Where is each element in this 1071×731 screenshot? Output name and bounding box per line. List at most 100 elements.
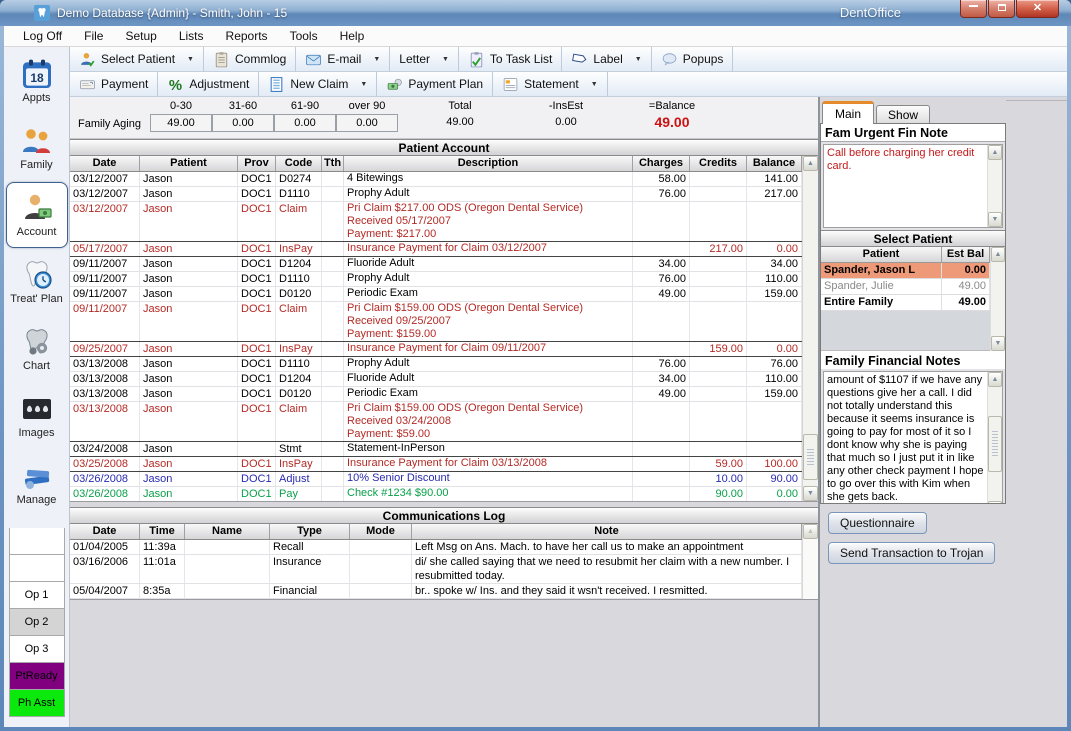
dropdown-arrow-icon[interactable]: ▼ xyxy=(635,56,642,63)
toolbar-button[interactable]: Statement ▼ xyxy=(493,72,608,96)
account-row[interactable]: 03/13/2008 Jason DOC1 D1110 Prophy Adult… xyxy=(70,357,802,372)
toolbar-button[interactable]: Select Patient ▼ xyxy=(70,47,204,71)
dropdown-arrow-icon[interactable]: ▼ xyxy=(591,81,598,88)
scroll-up-icon[interactable]: ▲ xyxy=(988,372,1002,387)
account-row[interactable]: 09/11/2007 Jason DOC1 Claim Pri Claim $1… xyxy=(70,302,802,342)
financial-notes-box[interactable]: amount of $1107 if we have any questions… xyxy=(823,371,1003,504)
menu-item[interactable]: Reports xyxy=(215,27,279,45)
cell-credits xyxy=(690,187,747,201)
panel-button[interactable]: Questionnaire xyxy=(828,512,927,534)
operatory-button[interactable]: Op 2 xyxy=(9,609,65,636)
account-row[interactable]: 03/26/2008 Jason DOC1 Pay Check #1234 $9… xyxy=(70,487,802,501)
account-row[interactable]: 03/13/2008 Jason DOC1 D0120 Periodic Exa… xyxy=(70,387,802,402)
cell-time: 8:35a xyxy=(140,584,185,598)
account-row[interactable]: 09/11/2007 Jason DOC1 D0120 Periodic Exa… xyxy=(70,287,802,302)
select-patient-row[interactable]: Spander, Julie 49.00 xyxy=(821,279,990,295)
sidebar-module[interactable]: Family xyxy=(6,115,68,181)
minimize-button[interactable] xyxy=(960,0,987,18)
dropdown-arrow-icon[interactable]: ▼ xyxy=(187,56,194,63)
account-row[interactable]: 03/12/2007 Jason DOC1 D0274 4 Bitewings … xyxy=(70,172,802,187)
toolbar-button[interactable]: % Adjustment xyxy=(158,72,259,96)
scroll-down-icon[interactable]: ▼ xyxy=(803,486,818,501)
cell-credits xyxy=(690,402,747,441)
cell-credits xyxy=(690,287,747,301)
toolbar-button[interactable]: Letter ▼ xyxy=(390,47,459,71)
cell-balance: 34.00 xyxy=(747,257,802,271)
toolbar-button[interactable]: Payment Plan xyxy=(377,72,493,96)
menubar: Log Off File Setup Lists Reports Tools H… xyxy=(4,26,1067,47)
scroll-down-icon[interactable]: ▼ xyxy=(988,212,1002,227)
account-row[interactable]: 09/11/2007 Jason DOC1 D1204 Fluoride Adu… xyxy=(70,257,802,272)
select-patient-row[interactable]: Entire Family 49.00 xyxy=(821,295,990,311)
dropdown-arrow-icon[interactable]: ▼ xyxy=(373,56,380,63)
menu-item[interactable]: File xyxy=(73,27,114,45)
toolbar-button[interactable]: Commlog xyxy=(204,47,296,71)
account-scrollbar[interactable]: ▲ ▼ xyxy=(802,156,818,501)
commlog-row[interactable]: 03/16/2006 11:01a Insurance di/ she call… xyxy=(70,555,802,584)
operatory-button[interactable]: Op 1 xyxy=(9,582,65,609)
scroll-thumb[interactable] xyxy=(803,434,818,480)
scroll-up-icon[interactable]: ▲ xyxy=(803,156,818,171)
sidebar-module[interactable]: Chart xyxy=(6,316,68,382)
select-patient-row[interactable]: Spander, Jason L 0.00 xyxy=(821,263,990,279)
financial-notes-scrollbar[interactable]: ▲ ▼ xyxy=(987,372,1002,504)
menu-item[interactable]: Log Off xyxy=(12,27,73,45)
panel-button[interactable]: Send Transaction to Trojan xyxy=(828,542,995,564)
toolbar-button[interactable]: New Claim ▼ xyxy=(259,72,377,96)
menu-item[interactable]: Lists xyxy=(168,27,215,45)
panel-tab[interactable]: Show xyxy=(876,105,930,124)
cell-date: 09/11/2007 xyxy=(70,272,140,286)
select-patient-scrollbar[interactable]: ▲ ▼ xyxy=(990,247,1005,351)
account-row[interactable]: 03/13/2008 Jason DOC1 D1204 Fluoride Adu… xyxy=(70,372,802,387)
menu-item[interactable]: Tools xyxy=(279,27,329,45)
operatory-button[interactable]: Ph Asst xyxy=(9,690,65,717)
cell-tth xyxy=(322,387,344,401)
commlog-icon xyxy=(213,51,230,68)
account-row[interactable]: 03/12/2007 Jason DOC1 D1110 Prophy Adult… xyxy=(70,187,802,202)
commlog-row[interactable]: 05/04/2007 8:35a Financial br.. spoke w/… xyxy=(70,584,802,599)
sidebar-module[interactable]: Account xyxy=(6,182,68,248)
maximize-button[interactable] xyxy=(988,0,1015,18)
menu-item[interactable]: Setup xyxy=(114,27,167,45)
urgent-note-scrollbar[interactable]: ▲ ▼ xyxy=(987,145,1002,227)
account-row[interactable]: 03/26/2008 Jason DOC1 Adjust 10% Senior … xyxy=(70,472,802,487)
menu-item[interactable]: Help xyxy=(329,27,376,45)
sidebar-module[interactable]: 18 Appts xyxy=(6,48,68,114)
sidebar-module[interactable]: Images xyxy=(6,383,68,449)
operatory-button[interactable]: PtReady xyxy=(9,663,65,690)
operatory-button[interactable] xyxy=(9,528,65,555)
sidebar-module[interactable]: Treat' Plan xyxy=(6,249,68,315)
account-row[interactable]: 03/13/2008 Jason DOC1 Claim Pri Claim $1… xyxy=(70,402,802,442)
cell-prov: DOC1 xyxy=(238,357,276,371)
scroll-up-icon[interactable]: ▲ xyxy=(803,524,818,539)
account-row[interactable]: 03/12/2007 Jason DOC1 Claim Pri Claim $2… xyxy=(70,202,802,242)
cell-patient: Jason xyxy=(140,442,238,456)
cell-credits xyxy=(690,257,747,271)
dropdown-arrow-icon[interactable]: ▼ xyxy=(360,81,367,88)
scroll-up-icon[interactable]: ▲ xyxy=(988,145,1002,160)
commlog-row[interactable]: 01/04/2005 11:39a Recall Left Msg on Ans… xyxy=(70,540,802,555)
close-button[interactable]: ✕ xyxy=(1016,0,1059,18)
account-row[interactable]: 05/17/2007 Jason DOC1 InsPay Insurance P… xyxy=(70,242,802,257)
toolbar-button[interactable]: Payment xyxy=(70,72,158,96)
scroll-thumb[interactable] xyxy=(988,416,1002,472)
account-row[interactable]: 09/11/2007 Jason DOC1 D1110 Prophy Adult… xyxy=(70,272,802,287)
urgent-note-box[interactable]: Call before charging her credit card. ▲ … xyxy=(823,144,1003,228)
operatory-button[interactable] xyxy=(9,555,65,582)
toolbar-button[interactable]: To Task List xyxy=(459,47,562,71)
dropdown-arrow-icon[interactable]: ▼ xyxy=(442,56,449,63)
account-row[interactable]: 03/24/2008 Jason Stmt Statement-InPerson xyxy=(70,442,802,457)
panel-tab[interactable]: Main xyxy=(822,101,874,124)
sidebar-module[interactable]: Manage xyxy=(6,450,68,516)
toolbar-button[interactable]: Popups xyxy=(652,47,734,71)
cell-code: InsPay xyxy=(276,242,322,256)
operatory-button[interactable]: Op 3 xyxy=(9,636,65,663)
account-row[interactable]: 03/25/2008 Jason DOC1 InsPay Insurance P… xyxy=(70,457,802,472)
account-row[interactable]: 09/25/2007 Jason DOC1 InsPay Insurance P… xyxy=(70,342,802,357)
toolbar-button[interactable]: E-mail ▼ xyxy=(296,47,390,71)
scroll-up-icon[interactable]: ▲ xyxy=(991,247,1005,262)
commlog-scrollbar[interactable]: ▲ xyxy=(802,524,818,599)
toolbar-button[interactable]: Label ▼ xyxy=(562,47,651,71)
cell-charges xyxy=(633,242,690,256)
scroll-down-icon[interactable]: ▼ xyxy=(991,336,1005,351)
